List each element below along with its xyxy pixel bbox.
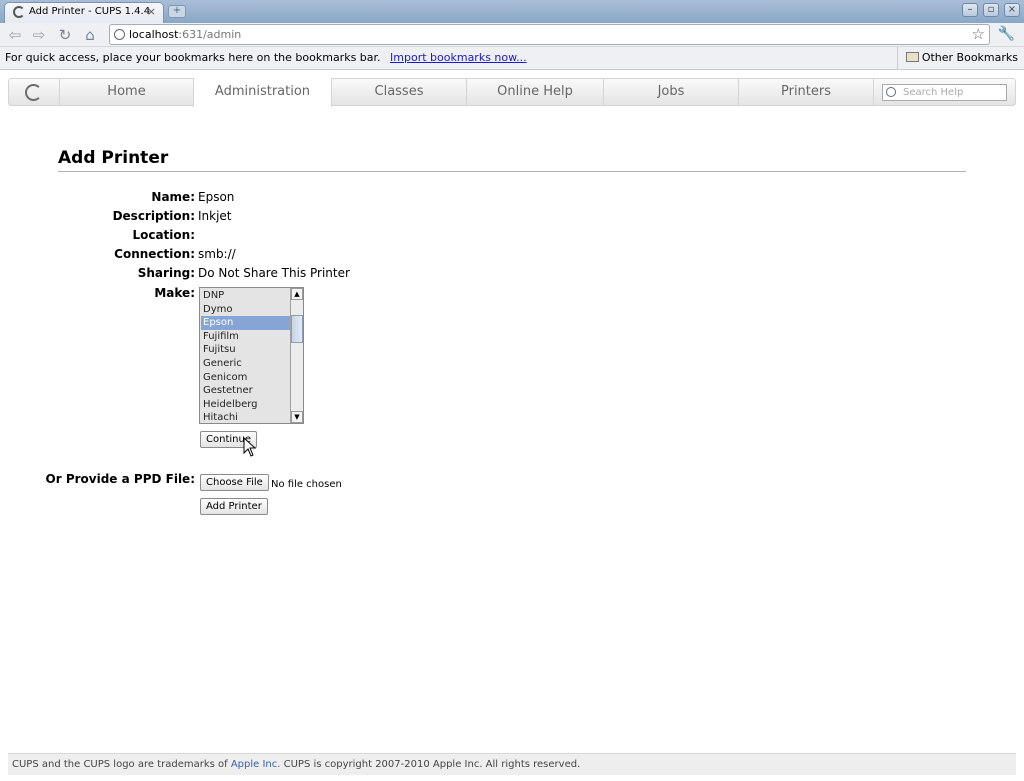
make-option[interactable]: Fujitsu [201,343,290,357]
bookmarks-prompt: For quick access, place your bookmarks h… [5,51,381,64]
make-scrollbar[interactable]: ▲ ▼ [290,288,303,423]
tab-close-icon[interactable]: × [147,3,156,21]
connection-label: Connection: [114,247,195,261]
add-printer-button[interactable]: Add Printer [200,498,268,515]
other-bookmarks-label: Other Bookmarks [921,51,1018,64]
make-option[interactable]: Generic [201,357,290,371]
bookmark-star-icon[interactable]: ☆ [972,25,985,44]
connection-value: smb:// [198,247,236,261]
description-label: Description: [112,209,195,223]
make-option[interactable]: Heidelberg [201,398,290,412]
footer-text-end: CUPS is copyright 2007-2010 Apple Inc. A… [280,759,581,770]
make-option[interactable]: Gestetner [201,384,290,398]
page-title: Add Printer [58,148,169,168]
url-path: :631/admin [178,28,242,41]
cups-logo[interactable] [9,79,60,105]
page-footer: CUPS and the CUPS logo are trademarks of… [8,753,1016,775]
bookmarks-bar: For quick access, place your bookmarks h… [0,47,1024,70]
tab-printers[interactable]: Printers [739,79,874,105]
apple-link[interactable]: Apple Inc. [231,759,281,770]
ppd-file-label: Or Provide a PPD File: [45,472,195,486]
reload-icon[interactable]: ↻ [56,26,74,44]
mouse-pointer-icon [243,437,257,457]
browser-tab[interactable]: Add Printer - CUPS 1.4.4 × [4,2,164,23]
make-option[interactable]: Hitachi [201,411,290,423]
search-placeholder: Search Help [903,87,964,98]
choose-file-button[interactable]: Choose File [200,474,269,491]
title-divider [58,171,966,172]
search-help-input[interactable]: Search Help [882,84,1007,101]
make-option[interactable]: Fujifilm [201,330,290,344]
make-label: Make: [154,286,195,300]
tab-jobs[interactable]: Jobs [604,79,739,105]
tab-administration[interactable]: Administration [193,78,332,107]
scroll-down-icon[interactable]: ▼ [291,411,303,423]
new-tab-button[interactable]: + [168,5,186,18]
make-listbox[interactable]: DNP Dymo Epson Fujifilm Fujitsu Generic … [199,287,304,424]
cups-navbar: Home Administration Classes Online Help … [8,78,1016,107]
footer-text-start: CUPS and the CUPS logo are trademarks of [12,759,231,770]
location-label: Location: [132,228,195,242]
sharing-value: Do Not Share This Printer [198,266,350,280]
tab-title: Add Printer - CUPS 1.4.4 [29,6,151,17]
folder-icon [905,52,919,62]
make-option[interactable]: Dymo [201,303,290,317]
search-icon [886,87,896,97]
address-bar[interactable]: localhost:631/admin ☆ [109,24,990,45]
url-host: localhost [129,28,179,41]
sharing-label: Sharing: [137,266,195,280]
home-icon[interactable]: ⌂ [81,26,99,44]
browser-titlebar: Add Printer - CUPS 1.4.4 × + – ▫ × [0,0,1024,23]
maximize-icon[interactable]: ▫ [983,3,999,17]
other-bookmarks-button[interactable]: Other Bookmarks [896,47,1024,69]
forward-icon[interactable]: ⇨ [30,26,48,44]
tab-home[interactable]: Home [60,79,194,105]
make-option-selected[interactable]: Epson [201,316,290,330]
name-label: Name: [151,190,195,204]
cups-favicon-icon [13,6,25,18]
page-info-icon[interactable] [114,29,125,40]
scroll-up-icon[interactable]: ▲ [291,288,303,300]
description-value: Inkjet [198,209,232,223]
cups-logo-icon [25,84,42,101]
tab-online-help[interactable]: Online Help [467,79,604,105]
name-value: Epson [198,190,235,204]
close-window-icon[interactable]: × [1004,3,1020,17]
tab-classes[interactable]: Classes [332,79,467,105]
browser-toolbar: ⇦ ⇨ ↻ ⌂ localhost:631/admin ☆ 🔧 [0,23,1024,47]
make-option[interactable]: Genicom [201,371,290,385]
import-bookmarks-link[interactable]: Import bookmarks now... [390,51,527,64]
make-option[interactable]: DNP [201,289,290,303]
minimize-icon[interactable]: – [962,3,978,17]
wrench-menu-icon[interactable]: 🔧 [998,26,1015,42]
scroll-thumb[interactable] [291,315,303,343]
no-file-text: No file chosen [271,479,342,490]
back-icon[interactable]: ⇦ [6,26,24,44]
